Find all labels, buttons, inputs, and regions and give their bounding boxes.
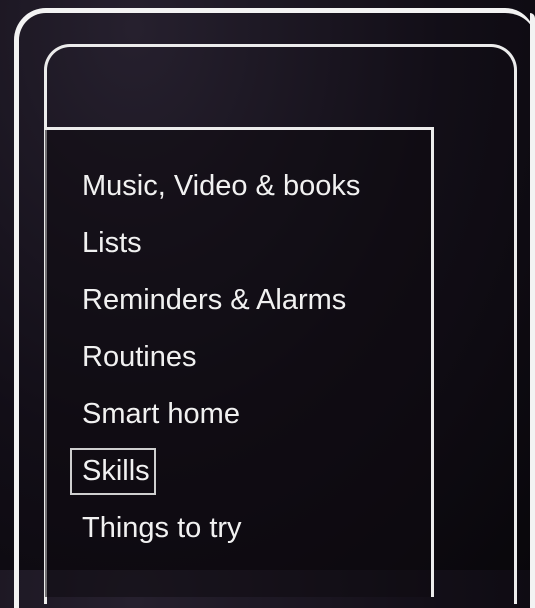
menu-item-label: Reminders & Alarms: [82, 284, 347, 316]
menu-item-routines[interactable]: Routines: [70, 334, 366, 391]
menu-item-skills[interactable]: Skills: [70, 448, 366, 505]
menu-item-lists[interactable]: Lists: [70, 220, 366, 277]
menu-item-label: Lists: [82, 227, 142, 259]
menu-item-label: Routines: [82, 341, 197, 373]
menu-item-label: Smart home: [82, 398, 240, 430]
menu-item-things-to-try[interactable]: Things to try: [70, 505, 366, 562]
navigation-menu: Music, Video & books Lists Reminders & A…: [70, 163, 366, 562]
menu-item-label: Things to try: [82, 512, 242, 544]
menu-item-smart-home[interactable]: Smart home: [70, 391, 366, 448]
menu-item-label: Skills: [70, 448, 156, 495]
menu-item-label: Music, Video & books: [82, 170, 361, 202]
menu-item-music-video-books[interactable]: Music, Video & books: [70, 163, 366, 220]
menu-item-reminders-alarms[interactable]: Reminders & Alarms: [70, 277, 366, 334]
